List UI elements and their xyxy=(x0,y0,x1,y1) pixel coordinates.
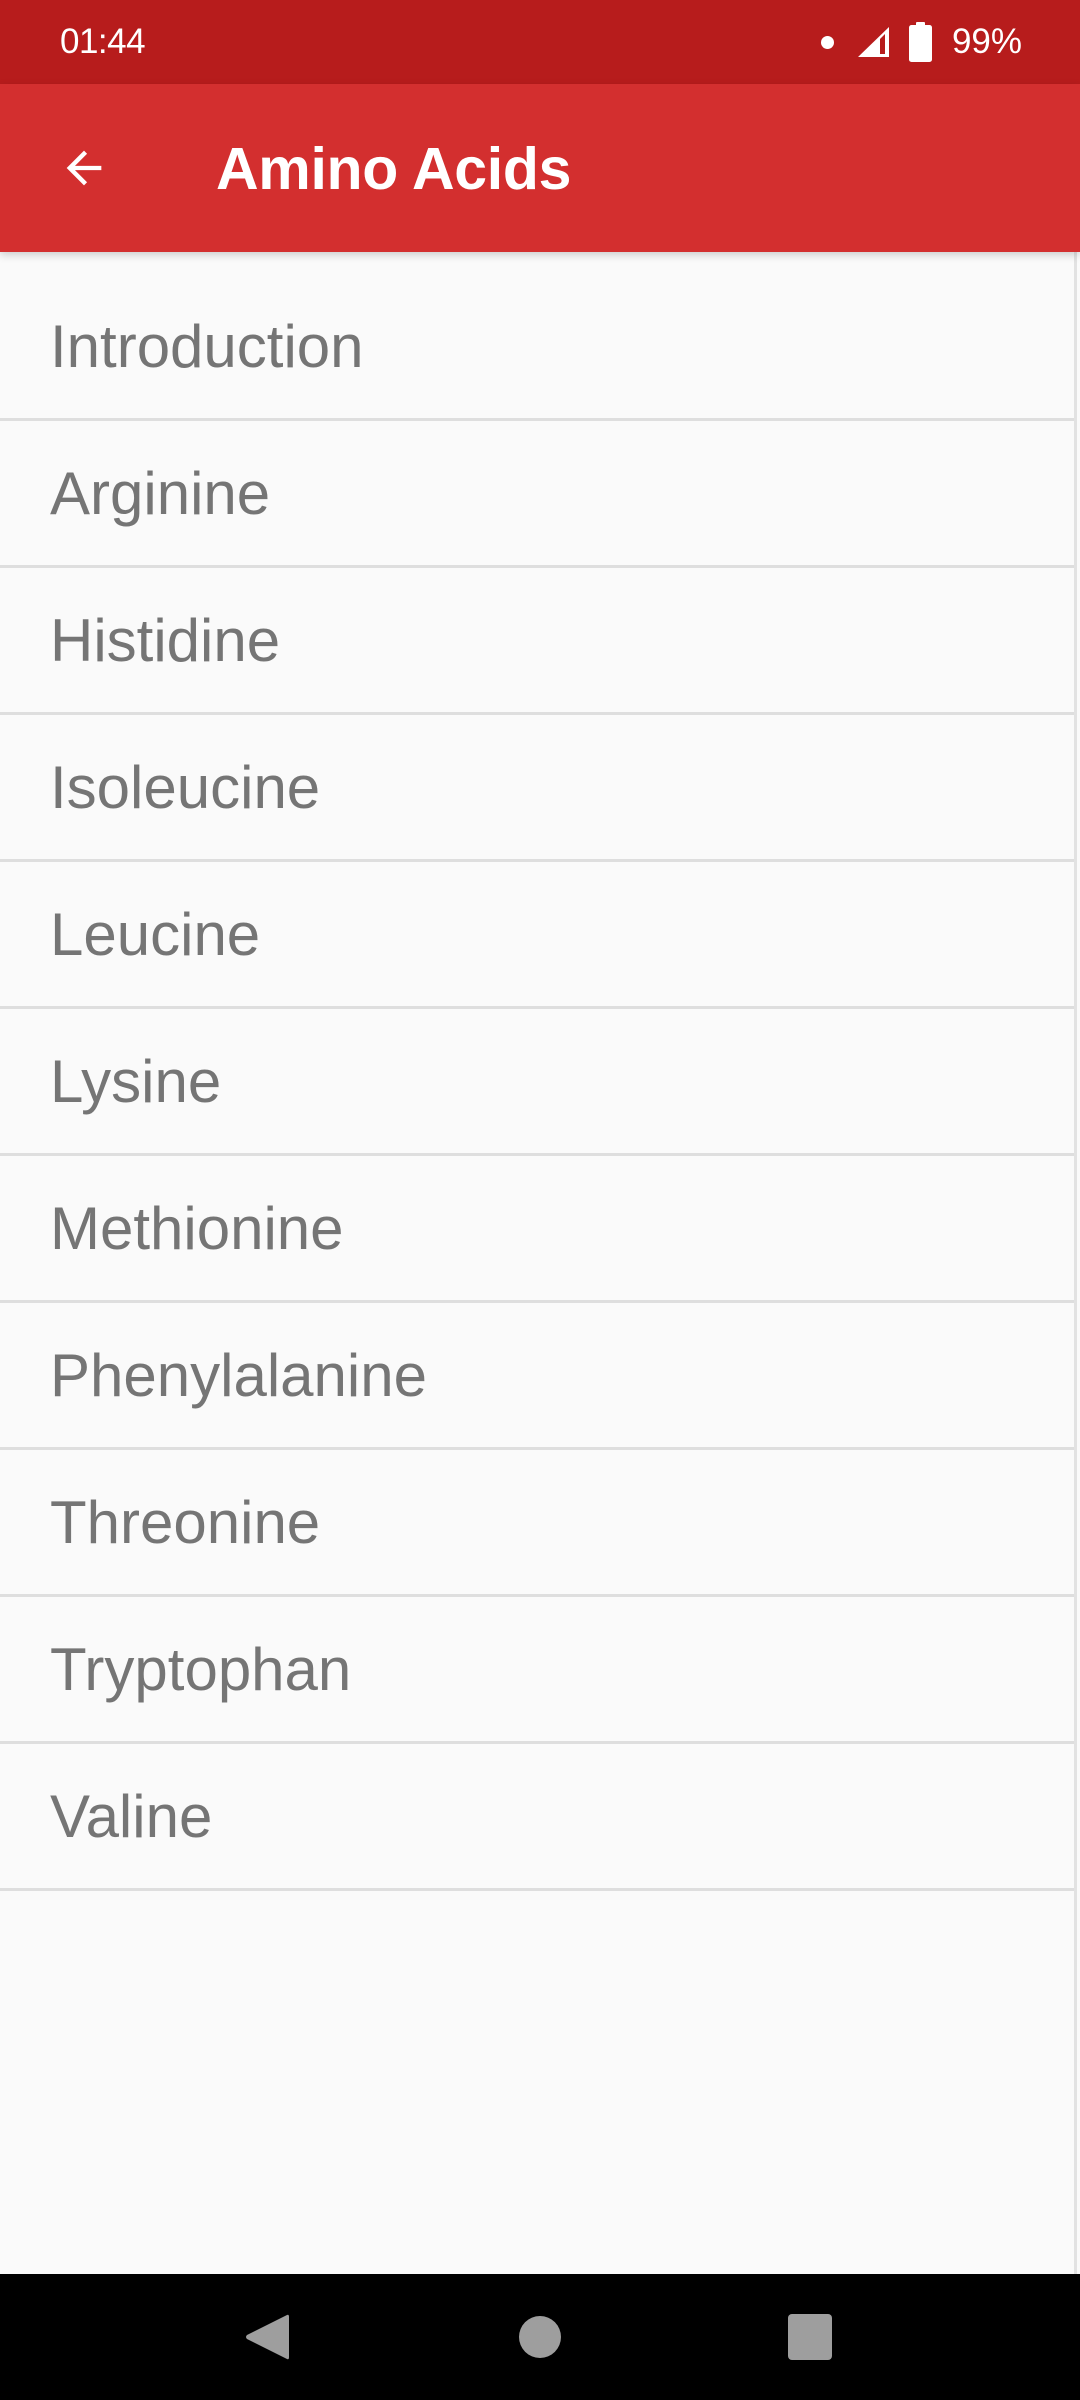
list-item-label: Leucine xyxy=(50,901,261,968)
list-item-isoleucine[interactable]: Isoleucine xyxy=(0,715,1074,862)
list-item-threonine[interactable]: Threonine xyxy=(0,1450,1074,1597)
battery-icon xyxy=(908,22,932,62)
screen: 01:44 99% Amino Acids Introduction Argin… xyxy=(0,0,1080,2400)
system-nav-bar xyxy=(0,2274,1080,2400)
list-item-label: Threonine xyxy=(50,1489,321,1556)
app-bar: Amino Acids xyxy=(0,84,1080,252)
status-bar: 01:44 99% xyxy=(0,0,1080,84)
list-item-introduction[interactable]: Introduction xyxy=(0,274,1074,421)
list-item-label: Phenylalanine xyxy=(50,1342,427,1409)
arrow-left-icon xyxy=(66,150,102,186)
list-item-histidine[interactable]: Histidine xyxy=(0,568,1074,715)
list-item-label: Methionine xyxy=(50,1195,344,1262)
status-time: 01:44 xyxy=(60,22,146,61)
square-recents-icon xyxy=(788,2314,832,2360)
list-item-methionine[interactable]: Methionine xyxy=(0,1156,1074,1303)
back-button[interactable] xyxy=(36,120,132,216)
list-item-label: Lysine xyxy=(50,1048,222,1115)
list-item-label: Tryptophan xyxy=(50,1636,352,1703)
list-item-lysine[interactable]: Lysine xyxy=(0,1009,1074,1156)
circle-home-icon xyxy=(519,2316,561,2358)
battery-percent: 99% xyxy=(951,22,1022,61)
page-title: Amino Acids xyxy=(216,136,572,202)
list-item-arginine[interactable]: Arginine xyxy=(0,421,1074,568)
list-item-label: Isoleucine xyxy=(50,754,321,821)
triangle-back-icon xyxy=(246,2314,289,2360)
status-icons: 99% xyxy=(820,20,1022,64)
nav-back-button[interactable] xyxy=(222,2292,312,2382)
cell-signal-icon xyxy=(857,27,889,57)
list-item-tryptophan[interactable]: Tryptophan xyxy=(0,1597,1074,1744)
list-item-phenylalanine[interactable]: Phenylalanine xyxy=(0,1303,1074,1450)
list-item-valine[interactable]: Valine xyxy=(0,1744,1074,1891)
list-item-label: Arginine xyxy=(50,460,271,527)
amino-acid-list: Introduction Arginine Histidine Isoleuci… xyxy=(0,252,1077,2274)
list-item-leucine[interactable]: Leucine xyxy=(0,862,1074,1009)
list-item-label: Introduction xyxy=(50,313,364,380)
nav-home-button[interactable] xyxy=(495,2292,585,2382)
notification-dot-icon xyxy=(820,35,834,49)
list-item-label: Histidine xyxy=(50,607,281,674)
list-item-label: Valine xyxy=(50,1783,213,1850)
nav-recents-button[interactable] xyxy=(765,2292,855,2382)
